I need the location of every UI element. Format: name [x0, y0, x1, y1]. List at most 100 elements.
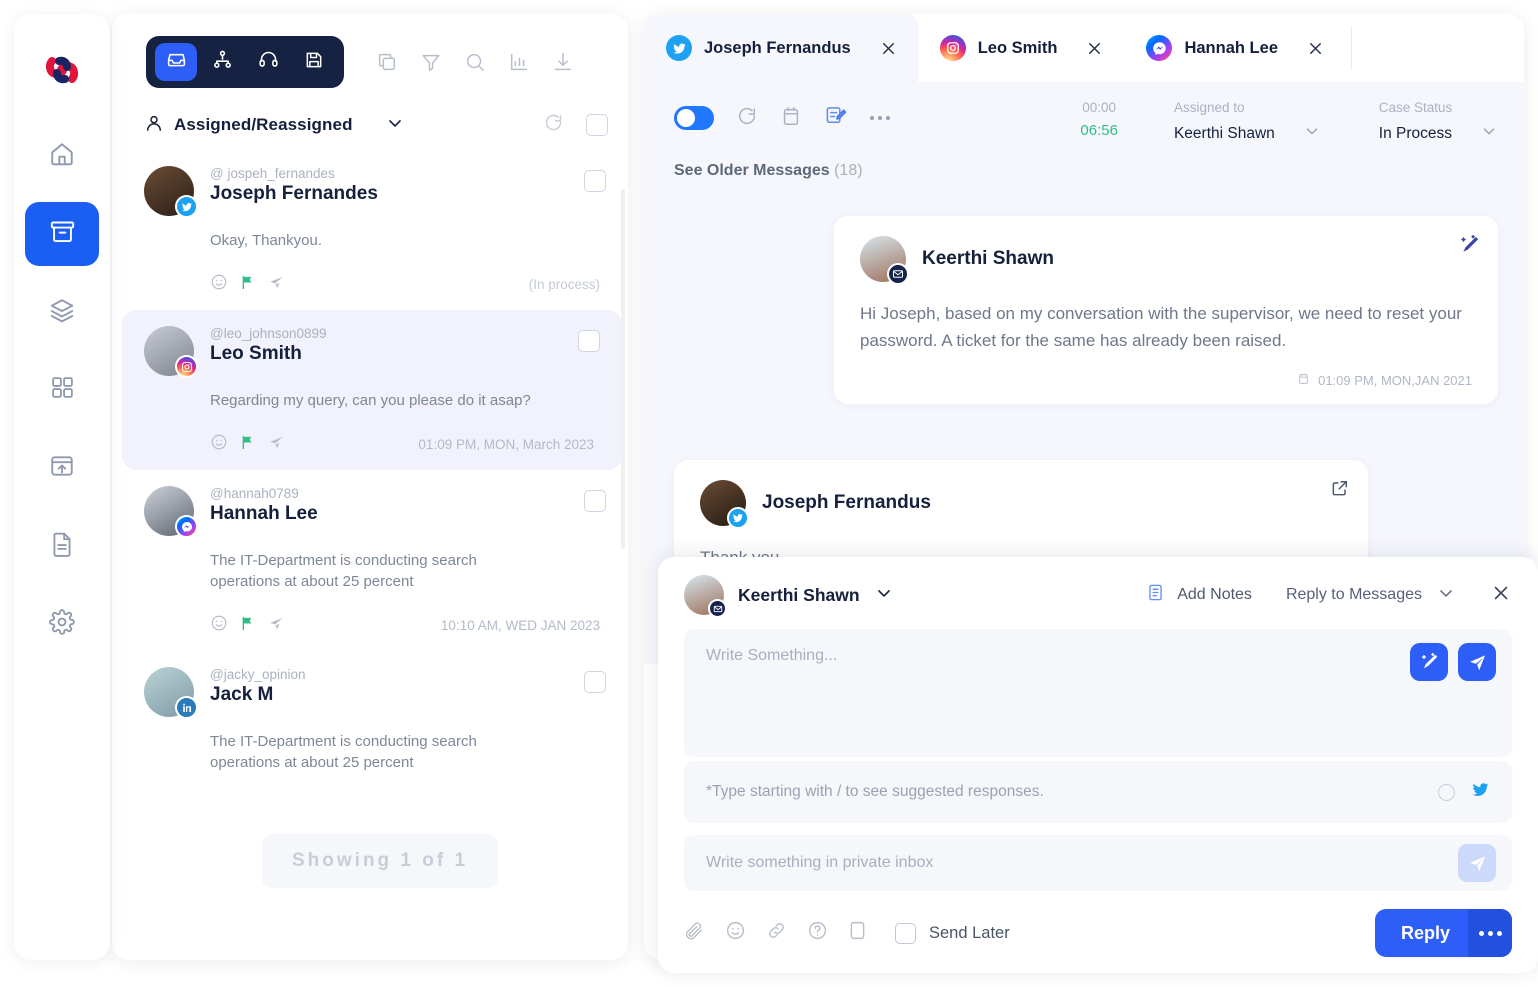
- download-icon[interactable]: [552, 51, 574, 73]
- message-sender-name: Keerthi Shawn: [922, 248, 1054, 269]
- flag-icon[interactable]: [240, 434, 256, 456]
- sidebar-item-layers[interactable]: [25, 280, 99, 344]
- list-item-actions: [210, 273, 285, 296]
- filter-icon[interactable]: [420, 51, 442, 73]
- list-item-checkbox[interactable]: [584, 170, 606, 192]
- flag-icon[interactable]: [240, 274, 256, 296]
- list-item-checkbox[interactable]: [584, 490, 606, 512]
- calendar-icon[interactable]: [780, 105, 802, 132]
- see-older-messages[interactable]: See Older Messages (18): [674, 162, 863, 180]
- segment-teams[interactable]: [201, 43, 243, 81]
- tab-leo-smith[interactable]: Leo Smith: [918, 14, 1125, 82]
- list-item[interactable]: @hannah0789 Hannah Lee The IT-Department…: [112, 470, 628, 651]
- messenger-icon: [1146, 35, 1173, 61]
- editor-buttons: [1410, 643, 1496, 681]
- chevron-down-icon[interactable]: [874, 583, 894, 608]
- sidebar-item-settings[interactable]: [25, 592, 99, 656]
- list-item-header: @jacky_opinion Jack M: [144, 667, 608, 719]
- send-icon[interactable]: [1458, 844, 1496, 882]
- send-reply-icon[interactable]: [268, 274, 285, 296]
- instagram-icon: [939, 35, 966, 61]
- list-scrollbar[interactable]: [621, 189, 625, 549]
- send-reply-icon[interactable]: [268, 615, 285, 637]
- chevron-down-icon[interactable]: [385, 113, 405, 138]
- message-timestamp: 01:09 PM, MON,JAN 2021: [1318, 372, 1472, 388]
- tab-joseph-fernandus[interactable]: Joseph Fernandus: [644, 14, 918, 82]
- person-icon: [144, 113, 164, 138]
- magic-wand-icon[interactable]: [1410, 643, 1448, 681]
- reply-button[interactable]: Reply: [1374, 909, 1512, 957]
- sidebar-item-publish[interactable]: [25, 436, 99, 500]
- link-icon[interactable]: [766, 920, 787, 946]
- case-status-dropdown[interactable]: Case Status In Process: [1379, 100, 1498, 145]
- send-icon[interactable]: [1458, 643, 1496, 681]
- upload-box-icon: [49, 453, 75, 484]
- send-later-toggle[interactable]: Send Later: [895, 922, 1010, 944]
- conversation-toggle[interactable]: [674, 106, 714, 130]
- note-edit-icon[interactable]: [824, 104, 847, 132]
- list-item-handle: @leo_johnson0899: [210, 326, 327, 341]
- assigned-to-dropdown[interactable]: Assigned to Keerthi Shawn: [1174, 100, 1321, 145]
- list-item[interactable]: @ jospeh_fernandes Joseph Fernandes Okay…: [112, 150, 628, 310]
- sidebar-item-inbox[interactable]: [25, 202, 99, 266]
- refresh-icon[interactable]: [736, 105, 758, 132]
- smiley-icon[interactable]: [210, 433, 228, 456]
- chevron-down-icon[interactable]: [1436, 583, 1456, 608]
- card-icon[interactable]: [848, 920, 867, 946]
- select-all-checkbox[interactable]: [586, 114, 608, 136]
- conversation-tabs: Joseph Fernandus Leo Smith Hannah Lee: [644, 14, 1524, 82]
- chevron-down-icon[interactable]: [1480, 122, 1498, 145]
- list-item-checkbox[interactable]: [578, 330, 600, 352]
- timer-elapsed: 00:00: [1082, 100, 1117, 115]
- paperclip-icon[interactable]: [684, 920, 705, 946]
- smiley-icon[interactable]: [210, 273, 228, 296]
- close-icon[interactable]: [1085, 39, 1104, 58]
- sidebar-item-apps[interactable]: [25, 358, 99, 422]
- assigned-filter[interactable]: Assigned/Reassigned: [144, 113, 405, 138]
- list-item-checkbox[interactable]: [584, 671, 606, 693]
- flag-icon[interactable]: [240, 615, 256, 637]
- sidebar-item-home[interactable]: [25, 124, 99, 188]
- refresh-icon[interactable]: [543, 112, 564, 138]
- message-sender-name: Joseph Fernandus: [762, 492, 931, 514]
- close-icon[interactable]: [879, 39, 898, 58]
- copy-icon[interactable]: [376, 51, 398, 73]
- reply-editor-placeholder: Write Something...: [706, 647, 838, 664]
- reply-to-dropdown[interactable]: Reply to Messages: [1286, 583, 1456, 608]
- search-icon[interactable]: [464, 51, 486, 73]
- bar-chart-icon[interactable]: [508, 51, 530, 73]
- list-filter-row: Assigned/Reassigned: [112, 96, 628, 150]
- external-link-icon[interactable]: [1330, 478, 1350, 503]
- avatar: [144, 486, 198, 538]
- private-inbox-field[interactable]: Write something in private inbox: [684, 835, 1512, 891]
- avatar: [144, 166, 198, 218]
- ellipsis-icon[interactable]: [869, 109, 891, 127]
- ellipsis-icon[interactable]: [1468, 909, 1512, 957]
- twitter-badge-icon: [175, 195, 198, 218]
- composer-user[interactable]: Keerthi Shawn: [684, 575, 894, 618]
- list-item-meta: 01:09 PM, MON, March 2023: [210, 433, 602, 456]
- list-tools: [376, 51, 574, 73]
- list-item-meta: 10:10 AM, WED JAN 2023: [210, 614, 608, 637]
- send-later-checkbox[interactable]: [895, 922, 916, 944]
- smiley-icon[interactable]: [725, 920, 746, 946]
- conversation-scroll[interactable]: @ jospeh_fernandes Joseph Fernandes Okay…: [112, 150, 628, 956]
- question-icon[interactable]: [807, 920, 828, 946]
- magic-wand-icon[interactable]: [1458, 234, 1480, 261]
- sidebar-item-reports[interactable]: [25, 514, 99, 578]
- segment-support[interactable]: [247, 43, 289, 81]
- segment-inbox[interactable]: [155, 43, 197, 81]
- reply-editor[interactable]: Write Something...: [684, 629, 1512, 757]
- smiley-icon[interactable]: [210, 614, 228, 637]
- tab-hannah-lee[interactable]: Hannah Lee: [1124, 14, 1345, 82]
- send-reply-icon[interactable]: [268, 434, 285, 456]
- list-filter-actions: [543, 112, 608, 138]
- close-icon[interactable]: [1306, 39, 1325, 58]
- list-item[interactable]: @leo_johnson0899 Leo Smith Regarding my …: [122, 310, 622, 470]
- list-toolbar: [112, 14, 628, 96]
- close-icon[interactable]: [1490, 582, 1512, 609]
- add-notes-button[interactable]: Add Notes: [1146, 583, 1252, 607]
- chevron-down-icon[interactable]: [1303, 122, 1321, 145]
- segment-saved[interactable]: [293, 43, 335, 81]
- list-item[interactable]: @jacky_opinion Jack M The IT-Department …: [112, 651, 628, 787]
